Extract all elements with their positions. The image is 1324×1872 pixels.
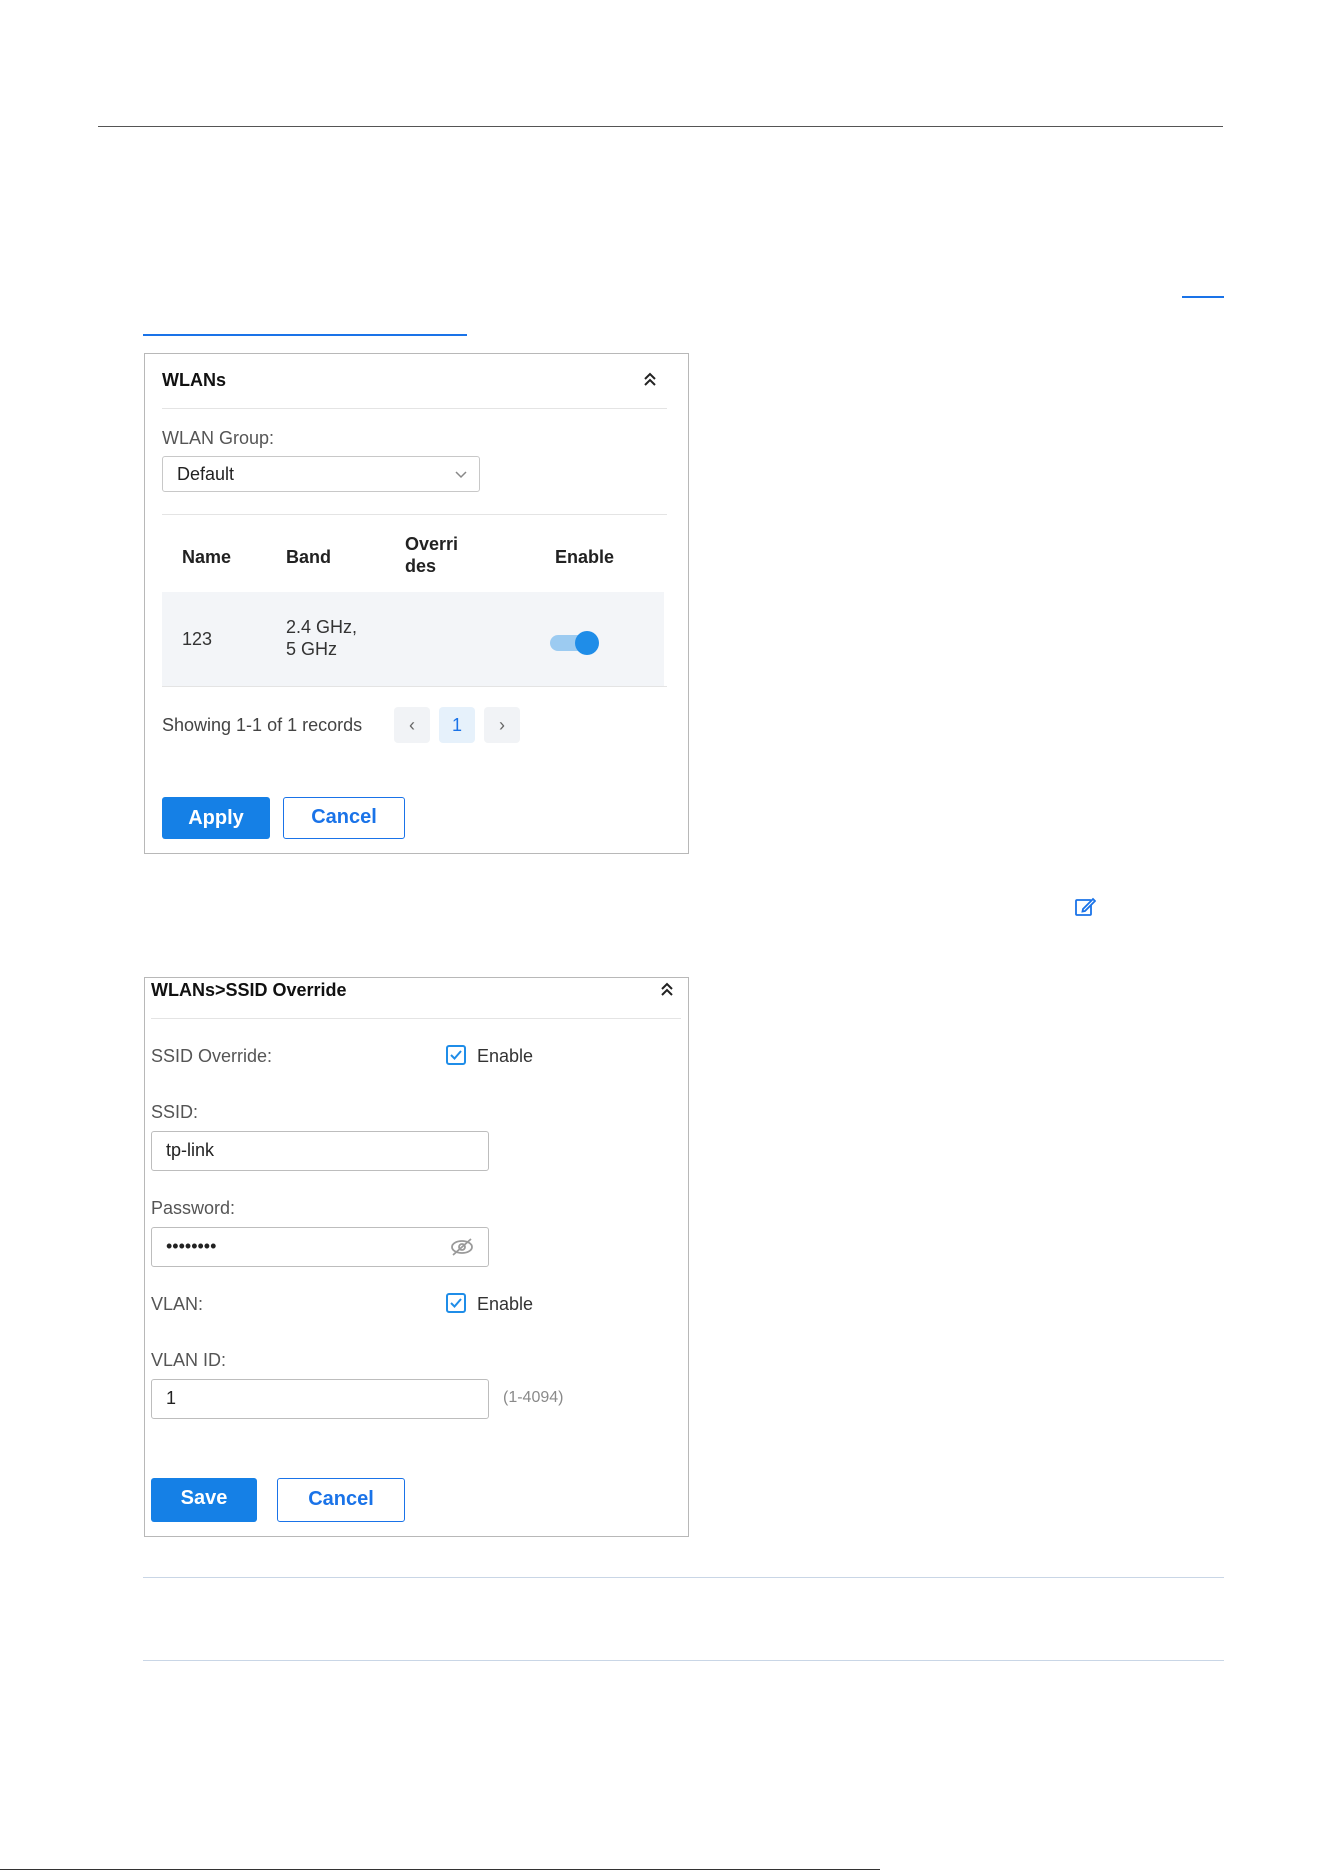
toggle-knob[interactable] bbox=[575, 631, 599, 655]
next-page-icon[interactable]: › bbox=[484, 707, 520, 743]
link-underline[interactable] bbox=[143, 334, 467, 336]
band-line: 2.4 GHz, bbox=[286, 617, 358, 637]
title-separator bbox=[151, 1018, 681, 1019]
vlan-id-label: VLAN ID: bbox=[151, 1350, 227, 1370]
section-divider bbox=[143, 1660, 1224, 1661]
ssid-override-label: SSID Override: bbox=[151, 1046, 273, 1066]
column-header-name: Name bbox=[182, 547, 232, 567]
ssid-input[interactable]: tp-link bbox=[151, 1131, 489, 1171]
pagination-summary: Showing 1-1 of 1 records bbox=[162, 715, 363, 735]
collapse-chevrons-icon[interactable] bbox=[658, 980, 676, 998]
vlan-label: VLAN: bbox=[151, 1294, 204, 1314]
ssid-override-panel: WLANs>SSID Override SSID Override: Enabl… bbox=[144, 977, 689, 1537]
apply-button[interactable]: Apply bbox=[162, 797, 270, 839]
page-number-button[interactable]: 1 bbox=[439, 707, 475, 743]
column-header-enable: Enable bbox=[555, 547, 615, 567]
top-divider bbox=[98, 126, 1223, 127]
password-input[interactable]: •••••••• bbox=[151, 1227, 489, 1267]
vlan-enable-label: Enable bbox=[477, 1294, 534, 1314]
dropdown-caret-icon bbox=[455, 471, 467, 479]
column-header-overrides: Overri des bbox=[405, 533, 458, 577]
checkmark-icon bbox=[450, 1050, 462, 1060]
vlan-id-input[interactable]: 1 bbox=[151, 1379, 489, 1419]
wlan-group-label: WLAN Group: bbox=[162, 428, 275, 448]
vlan-checkbox[interactable] bbox=[446, 1293, 466, 1313]
band-line: 5 GHz bbox=[286, 639, 338, 659]
ssid-override-enable-label: Enable bbox=[477, 1046, 534, 1066]
cancel-button[interactable]: Cancel bbox=[283, 797, 405, 839]
checkmark-icon bbox=[450, 1298, 462, 1308]
column-header-band: Band bbox=[286, 547, 331, 567]
row-band: 2.4 GHz, 5 GHz bbox=[286, 616, 357, 660]
row-name: 123 bbox=[182, 629, 213, 649]
vlan-id-range-hint: (1-4094) bbox=[503, 1389, 564, 1406]
cancel-button[interactable]: Cancel bbox=[277, 1478, 405, 1522]
save-button[interactable]: Save bbox=[151, 1478, 257, 1522]
section-divider bbox=[143, 1577, 1224, 1578]
collapse-chevrons-icon[interactable] bbox=[641, 370, 659, 388]
password-value: •••••••• bbox=[166, 1236, 217, 1256]
password-label: Password: bbox=[151, 1198, 236, 1218]
header-line: Overri bbox=[405, 534, 459, 554]
panel-title: WLANs>SSID Override bbox=[151, 980, 347, 1000]
wlan-group-value: Default bbox=[177, 464, 235, 484]
eye-hidden-icon[interactable] bbox=[449, 1236, 475, 1258]
ssid-label: SSID: bbox=[151, 1102, 199, 1122]
table-bottom-border bbox=[162, 686, 667, 687]
prev-page-icon[interactable]: ‹ bbox=[394, 707, 430, 743]
footer-rule bbox=[0, 1869, 880, 1870]
table-top-border bbox=[162, 514, 667, 515]
ssid-override-checkbox[interactable] bbox=[446, 1045, 466, 1065]
panel-title: WLANs bbox=[162, 370, 226, 390]
header-line: des bbox=[405, 556, 437, 576]
edit-icon[interactable] bbox=[1074, 896, 1096, 918]
wlans-panel: WLANs WLAN Group: Default Name Band Over… bbox=[144, 353, 689, 854]
title-separator bbox=[162, 408, 667, 409]
link-underline[interactable] bbox=[1182, 296, 1224, 298]
wlan-group-select[interactable]: Default bbox=[162, 456, 480, 492]
